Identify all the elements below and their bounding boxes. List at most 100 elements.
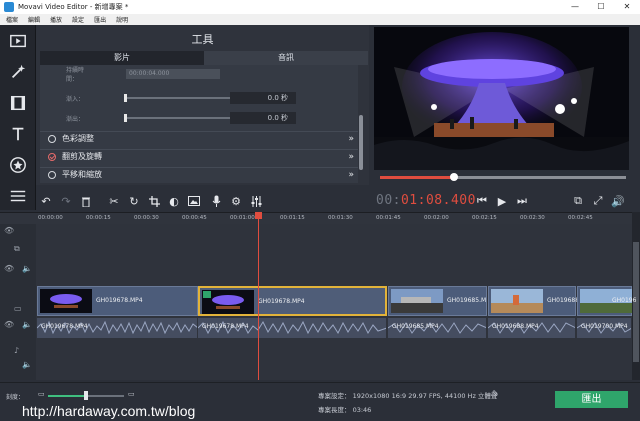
section-toggle[interactable]: [48, 152, 56, 161]
audio-clip-name: GH019678.MP4: [202, 323, 249, 330]
volume-icon[interactable]: 🔊: [610, 193, 626, 209]
video-clip[interactable]: GH019688.MP4: [488, 286, 594, 316]
rotate-icon[interactable]: ↻: [126, 193, 142, 209]
clip-name: GH019678.MP4: [258, 298, 305, 305]
color-adjust-icon[interactable]: ◐: [166, 193, 182, 209]
menu-playback[interactable]: 播放: [50, 15, 62, 24]
video-clip[interactable]: GH019678.MP4: [37, 286, 198, 316]
section-color-adjust[interactable]: 色彩調整 »: [40, 131, 360, 145]
track-headers: 👁 ⧉ 👁 🔈 ▭ 👁 🔈 ♪ 🔈: [0, 224, 36, 380]
skip-back-icon[interactable]: ⏮: [474, 193, 490, 209]
tab-audio[interactable]: 音訊: [204, 51, 368, 65]
video-preview[interactable]: [374, 27, 629, 170]
clip-thumbnail: [40, 289, 92, 313]
seek-bar[interactable]: [380, 173, 626, 181]
seek-handle[interactable]: [449, 173, 458, 181]
gear-icon[interactable]: ⚙: [228, 193, 244, 209]
panel-scrollbar[interactable]: [358, 65, 364, 185]
watermark-text: http://hardaway.com.tw/blog: [22, 403, 196, 419]
speaker-icon[interactable]: 🔈: [22, 360, 32, 369]
section-label: 翻剪及旋轉: [62, 152, 102, 161]
audio-clip-name: GH019700.MP4: [581, 323, 628, 330]
clip-name: GH0196: [612, 297, 637, 304]
video-clip[interactable]: GH0196: [577, 286, 636, 316]
concert-stage-image: [374, 27, 629, 170]
audio-clip-name: GH019678.MP4: [41, 323, 88, 330]
list-icon[interactable]: [0, 180, 36, 211]
audio-clip-name: GH019685.MP4: [392, 323, 439, 330]
close-button[interactable]: ✕: [614, 0, 640, 14]
section-toggle[interactable]: [48, 170, 56, 179]
menu-edit[interactable]: 編輯: [28, 15, 40, 24]
menu-settings[interactable]: 設定: [72, 15, 84, 24]
video-clip-selected[interactable]: GH019678.MP4: [198, 286, 387, 316]
duration-field[interactable]: 00:00:04.000: [126, 69, 220, 79]
section-toggle[interactable]: [48, 134, 56, 143]
zoom-slider-fill: [48, 395, 86, 397]
tab-video[interactable]: 影片: [40, 51, 204, 65]
import-video-icon[interactable]: [0, 25, 36, 56]
section-pan-zoom[interactable]: 平移和縮放 »: [40, 167, 360, 181]
fade-out-handle[interactable]: [124, 114, 127, 122]
fade-out-row: 漸出： 0.0 秒: [40, 111, 360, 125]
fade-in-label: 漸入：: [66, 95, 85, 103]
minimize-button[interactable]: —: [562, 0, 588, 14]
timeline-ruler[interactable]: 00:00:00 00:00:15 00:00:30 00:00:45 00:0…: [0, 212, 632, 224]
clip-thumbnail: [202, 290, 254, 314]
ruler-tick: 00:02:00: [424, 215, 449, 221]
audio-clip[interactable]: GH019685.MP4: [388, 318, 487, 338]
ruler-tick: 00:02:15: [472, 215, 497, 221]
magic-wand-icon[interactable]: [0, 56, 36, 87]
play-icon[interactable]: ▶: [494, 193, 510, 209]
fullscreen-icon[interactable]: ⤢: [590, 193, 606, 209]
titles-icon[interactable]: [0, 118, 36, 149]
maximize-button[interactable]: ☐: [588, 0, 614, 14]
audio-clip[interactable]: GH019678.MP4: [198, 318, 387, 338]
fade-out-value[interactable]: 0.0 秒: [230, 112, 296, 124]
audio-clip[interactable]: GH019678.MP4: [37, 318, 198, 338]
microphone-icon[interactable]: [208, 193, 224, 209]
scissors-icon[interactable]: ✂: [106, 193, 122, 209]
tools-panel: 工具 影片 音訊 持續時間： 00:00:04.000 漸入： 0.0 秒 漸出…: [36, 25, 369, 185]
zoom-out-icon[interactable]: ▭: [38, 390, 45, 398]
menu-help[interactable]: 說明: [116, 15, 128, 24]
scrollbar-thumb[interactable]: [359, 115, 363, 170]
status-bar: 刻度： ▭ ▭ http://hardaway.com.tw/blog 專案設定…: [0, 382, 640, 421]
stickers-icon[interactable]: [0, 149, 36, 180]
video-clip[interactable]: GH019685.M: [388, 286, 487, 316]
menu-file[interactable]: 檔案: [6, 15, 18, 24]
speaker-icon[interactable]: 🔈: [22, 264, 32, 273]
zoom-slider-handle[interactable]: [84, 391, 88, 400]
eye-icon[interactable]: 👁: [4, 264, 14, 273]
trash-icon[interactable]: [78, 193, 94, 209]
section-crop-rotate[interactable]: 翻剪及旋轉 »: [40, 149, 360, 163]
fade-in-handle[interactable]: [124, 94, 127, 102]
panel-title: 工具: [191, 33, 214, 46]
export-button[interactable]: 匯出: [555, 391, 628, 408]
audio-clip[interactable]: GH019700.MP4: [577, 318, 632, 338]
ruler-tick: 00:00:00: [38, 215, 63, 221]
duration-row: 持續時間： 00:00:04.000: [40, 67, 360, 83]
eye-icon[interactable]: 👁: [4, 320, 14, 329]
pencil-icon[interactable]: ✎: [492, 389, 499, 398]
undo-icon[interactable]: ↶: [38, 193, 54, 209]
external-window-icon[interactable]: ⧉: [570, 193, 586, 209]
playhead[interactable]: [255, 212, 262, 380]
skip-forward-icon[interactable]: ⏭: [514, 193, 530, 209]
eye-icon[interactable]: 👁: [4, 226, 14, 235]
image-icon[interactable]: [186, 193, 202, 209]
crop-icon[interactable]: [146, 193, 162, 209]
audio-clip[interactable]: GH019688.MP4: [488, 318, 576, 338]
ruler-tick: 00:01:30: [328, 215, 353, 221]
speaker-icon[interactable]: 🔈: [22, 320, 32, 329]
chevron-right-icon: »: [348, 151, 354, 162]
app-logo-icon: [4, 2, 14, 12]
timeline-scrollbar[interactable]: [632, 212, 640, 380]
equalizer-icon[interactable]: [248, 193, 264, 209]
fade-in-row: 漸入： 0.0 秒: [40, 91, 360, 105]
zoom-in-icon[interactable]: ▭: [128, 390, 135, 398]
fade-in-value[interactable]: 0.0 秒: [230, 92, 296, 104]
menu-export[interactable]: 匯出: [94, 15, 106, 24]
filters-icon[interactable]: [0, 87, 36, 118]
redo-icon[interactable]: ↷: [58, 193, 74, 209]
